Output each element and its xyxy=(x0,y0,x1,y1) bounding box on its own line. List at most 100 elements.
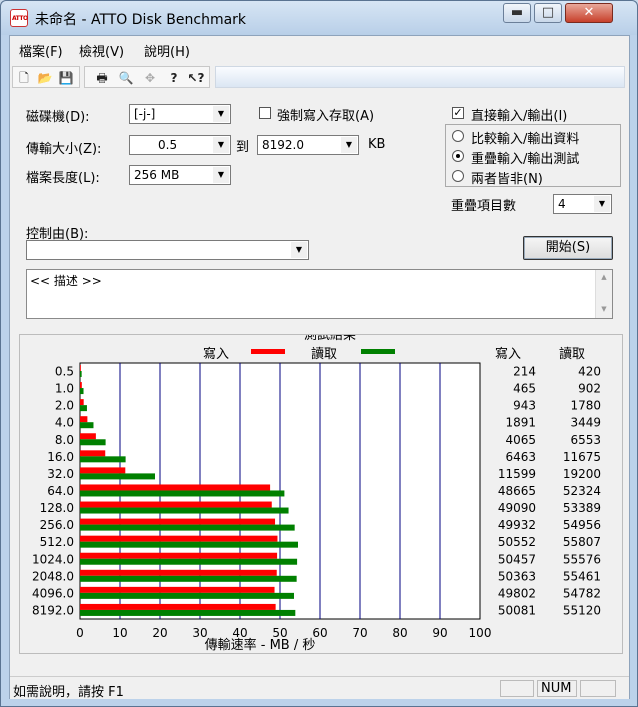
category-label: 0.5 xyxy=(55,365,74,379)
force-write-checkbox[interactable] xyxy=(259,107,271,119)
controlled-by-select[interactable]: ▼ xyxy=(26,240,309,260)
radio-overlapped-io-label: 重疊輸入/輸出測試 xyxy=(471,152,580,167)
write-value-label: 48665 xyxy=(498,484,536,498)
force-write-label: 強制寫入存取(A) xyxy=(277,109,375,124)
read-bar xyxy=(80,609,296,616)
write-bar xyxy=(80,518,276,525)
x-tick-label: 90 xyxy=(432,626,447,640)
chevron-down-icon[interactable]: ▼ xyxy=(291,242,307,258)
write-bar xyxy=(80,433,96,440)
status-help-text: 如需說明，請按 F1 xyxy=(13,685,124,700)
move-icon[interactable]: ✥ xyxy=(141,69,159,87)
client-area: 檔案(F) 檢視(V) 說明(H) 🗋 📂 💾 🖶 🔍 ✥ ? ↖? 磁碟機(D… xyxy=(9,35,630,700)
title-bar[interactable]: ATTO 未命名 - ATTO Disk Benchmark ▬ □ ✕ xyxy=(1,1,637,35)
drive-select[interactable]: [-j-] ▼ xyxy=(129,104,231,124)
results-group: 測試結果 寫入 讀取 寫入 讀取 0.5 1.0 2.0 4.0 8.0 16.0 32.0… xyxy=(19,327,623,654)
close-button[interactable]: ✕ xyxy=(565,3,613,23)
toolbar-spacer xyxy=(215,66,625,88)
read-bar xyxy=(80,456,126,463)
x-tick-label: 20 xyxy=(152,626,167,640)
new-icon[interactable]: 🗋 xyxy=(15,69,33,87)
radio-compare-io[interactable] xyxy=(452,130,464,142)
atto-app-icon[interactable]: ATTO xyxy=(10,9,28,27)
print-icon[interactable]: 🖶 xyxy=(93,69,111,87)
radio-neither[interactable] xyxy=(452,170,464,182)
x-tick-label: 70 xyxy=(352,626,367,640)
read-value-label: 902 xyxy=(578,382,601,396)
save-icon[interactable]: 💾 xyxy=(57,69,75,87)
category-label: 8.0 xyxy=(55,433,74,447)
chevron-down-icon[interactable]: ▼ xyxy=(213,137,229,153)
app-window: ATTO 未命名 - ATTO Disk Benchmark ▬ □ ✕ 檔案(… xyxy=(0,0,638,707)
direct-io-label: 直接輸入/輸出(I) xyxy=(471,109,568,124)
status-num: NUM xyxy=(537,680,577,697)
file-length-label: 檔案長度(L): xyxy=(26,171,100,186)
transfer-to-select[interactable]: 8192.0 ▼ xyxy=(257,135,359,155)
description-scrollbar[interactable]: ▲ ▼ xyxy=(595,270,612,318)
description-textarea[interactable]: << 描述 >> ▲ ▼ xyxy=(26,269,613,319)
category-label: 128.0 xyxy=(40,501,74,515)
read-value-label: 1780 xyxy=(570,399,601,413)
write-bar xyxy=(80,399,84,406)
read-bar xyxy=(80,541,298,548)
write-value-label: 50552 xyxy=(498,535,536,549)
toolbar: 🗋 📂 💾 🖶 🔍 ✥ ? ↖? xyxy=(10,64,629,90)
read-value-label: 55461 xyxy=(563,569,601,583)
write-bar xyxy=(80,535,278,542)
write-bar xyxy=(80,501,272,508)
read-bar xyxy=(80,371,82,377)
file-length-select[interactable]: 256 MB ▼ xyxy=(129,165,231,185)
direct-io-checkbox[interactable]: ✓ xyxy=(452,107,464,119)
queue-depth-select[interactable]: 4 ▼ xyxy=(553,194,612,214)
category-label: 1.0 xyxy=(55,382,74,396)
category-label: 256.0 xyxy=(40,518,74,532)
read-value-label: 55576 xyxy=(563,552,601,566)
write-bar xyxy=(80,416,88,423)
start-button[interactable]: 開始(S) xyxy=(523,236,613,260)
category-label: 64.0 xyxy=(47,484,74,498)
help-icon[interactable]: ? xyxy=(165,69,183,87)
menu-view[interactable]: 檢視(V) xyxy=(79,41,124,60)
read-bar xyxy=(80,558,298,565)
write-bar xyxy=(80,450,106,457)
chevron-down-icon[interactable]: ▼ xyxy=(594,196,610,212)
read-bar xyxy=(80,405,87,412)
transfer-from-select[interactable]: 0.5 ▼ xyxy=(129,135,231,155)
write-value-label: 49932 xyxy=(498,518,536,532)
chevron-down-icon[interactable]: ▼ xyxy=(213,167,229,183)
radio-compare-io-label: 比較輸入/輸出資料 xyxy=(471,132,580,147)
category-label: 512.0 xyxy=(40,535,74,549)
x-tick-label: 100 xyxy=(469,626,492,640)
print-preview-icon[interactable]: 🔍 xyxy=(117,69,135,87)
chevron-down-icon[interactable]: ▼ xyxy=(213,106,229,122)
write-column-header: 寫入 xyxy=(495,346,521,362)
chevron-down-icon[interactable]: ▼ xyxy=(341,137,357,153)
results-title: 測試結果 xyxy=(304,335,356,343)
to-label: 到 xyxy=(236,140,250,155)
menu-file[interactable]: 檔案(F) xyxy=(19,41,63,60)
minimize-button[interactable]: ▬ xyxy=(503,3,531,23)
read-bar xyxy=(80,388,84,395)
menu-help[interactable]: 說明(H) xyxy=(144,41,190,60)
write-bar xyxy=(80,382,82,389)
write-bar xyxy=(80,467,126,474)
read-value-label: 11675 xyxy=(563,450,601,464)
drive-label: 磁碟機(D): xyxy=(26,110,90,125)
status-cell-caps xyxy=(500,680,534,697)
menu-bar: 檔案(F) 檢視(V) 說明(H) xyxy=(10,36,629,60)
write-value-label: 214 xyxy=(513,365,536,379)
read-value-label: 55807 xyxy=(563,535,601,549)
open-icon[interactable]: 📂 xyxy=(36,69,54,87)
x-axis-label: 傳輸速率 - MB / 秒 xyxy=(205,637,316,653)
read-value-label: 19200 xyxy=(563,467,601,481)
category-label: 8192.0 xyxy=(32,603,74,617)
write-value-label: 943 xyxy=(513,399,536,413)
queue-depth-label: 重疊項目數 xyxy=(451,199,517,214)
radio-overlapped-io[interactable] xyxy=(452,150,464,162)
read-value-label: 52324 xyxy=(563,484,601,498)
maximize-button[interactable]: □ xyxy=(534,3,562,23)
read-value-label: 420 xyxy=(578,365,601,379)
window-title: 未命名 - ATTO Disk Benchmark xyxy=(35,12,247,28)
write-bar xyxy=(80,586,275,593)
context-help-icon[interactable]: ↖? xyxy=(187,69,205,87)
